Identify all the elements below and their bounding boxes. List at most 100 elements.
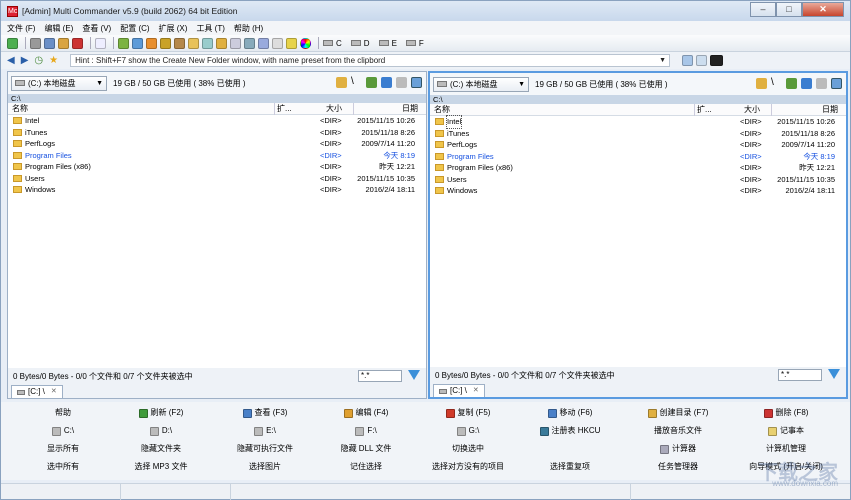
chevron-down-icon[interactable]: ▼ (659, 55, 666, 66)
table-row[interactable]: PerfLogs <DIR> 2009/7/14 11:20 (430, 139, 846, 151)
fkey-button[interactable]: 隐藏可执行文件 (223, 440, 307, 458)
path-bar[interactable]: C:\ (430, 95, 846, 104)
file-edit-icon[interactable] (146, 37, 157, 49)
fkey-button[interactable]: 移动 (F6) (528, 404, 612, 422)
drive-button-e[interactable]: E (378, 39, 397, 48)
fkey-button[interactable]: 选择图片 (223, 458, 307, 476)
table-row[interactable]: PerfLogs <DIR> 2009/7/14 11:20 (8, 138, 426, 150)
menu-extensions[interactable]: 扩展 (X) (159, 23, 188, 34)
table-row[interactable]: Users <DIR> 2015/11/15 10:35 (430, 174, 846, 186)
column-ext[interactable]: 扩... (694, 104, 712, 116)
filter-input[interactable]: *.* (358, 370, 402, 382)
table-row[interactable]: iTunes <DIR> 2015/11/18 8:26 (8, 127, 426, 139)
fkey-button[interactable]: F:\ (324, 422, 408, 440)
filter-input[interactable]: *.* (778, 369, 822, 381)
parent-folder-icon[interactable] (786, 78, 797, 89)
hint-field[interactable]: Hint : Shift+F7 show the Create New Fold… (70, 54, 671, 67)
drive-button-c[interactable]: C (323, 39, 342, 48)
fkey-button[interactable]: 删除 (F8) (744, 404, 828, 422)
drive-selector[interactable]: (C:) 本地磁盘 ▼ (433, 76, 529, 92)
folder-sync-icon[interactable] (216, 37, 227, 49)
device-icon[interactable] (696, 55, 708, 66)
fkey-button[interactable]: 任务管理器 (636, 458, 720, 476)
fkey-button[interactable]: G:\ (426, 422, 510, 440)
menu-view[interactable]: 查看 (V) (82, 23, 111, 34)
tab-c-root[interactable]: [C:] \ ✕ (11, 385, 63, 398)
table-row[interactable]: Program Files <DIR> 今天 8:19 (430, 151, 846, 163)
fkey-button[interactable]: 刷新 (F2) (119, 404, 203, 422)
close-icon[interactable]: ✕ (51, 386, 57, 398)
menu-tools[interactable]: 工具 (T) (196, 23, 224, 34)
command-prompt-icon[interactable] (710, 55, 724, 66)
column-name[interactable]: 名称 (12, 103, 28, 115)
swap-icon[interactable] (801, 78, 812, 89)
fkey-button[interactable]: 记事本 (744, 422, 828, 440)
back-arrow-icon[interactable]: ◀ (7, 55, 15, 66)
fkey-button[interactable]: E:\ (223, 422, 307, 440)
fkey-button[interactable]: C:\ (21, 422, 105, 440)
table-row[interactable]: Intel <DIR> 2015/11/15 10:26 (8, 115, 426, 127)
menu-file[interactable]: 文件 (F) (7, 23, 35, 34)
swap-icon[interactable] (381, 77, 392, 88)
color-wheel-icon[interactable] (300, 37, 311, 49)
filter-icon[interactable] (408, 370, 420, 380)
fkey-button[interactable]: 切换选中 (426, 440, 510, 458)
filter-icon[interactable] (828, 369, 840, 379)
menu-edit[interactable]: 编辑 (E) (44, 23, 73, 34)
copy-icon[interactable] (44, 37, 55, 49)
maximize-button[interactable]: □ (776, 2, 802, 17)
favorites-icon[interactable] (756, 78, 767, 89)
drive-button-d[interactable]: D (350, 39, 370, 48)
table-row[interactable]: Users <DIR> 2015/11/15 10:35 (8, 173, 426, 185)
drive-button-f[interactable]: F (405, 39, 424, 48)
fkey-button[interactable]: 帮助 (21, 404, 105, 422)
title-bar[interactable]: Mc [Admin] Multi Commander v5.9 (build 2… (1, 1, 850, 21)
column-date[interactable]: 日期 (402, 103, 418, 115)
fkey-button[interactable]: 选中所有 (21, 458, 105, 476)
fkey-button[interactable]: 播放音乐文件 (636, 422, 720, 440)
fkey-button[interactable]: 隐藏文件夹 (119, 440, 203, 458)
forward-arrow-icon[interactable]: ▶ (21, 55, 29, 66)
root-icon[interactable]: \ (351, 77, 362, 88)
column-ext[interactable]: 扩... (274, 103, 292, 115)
fkey-button[interactable]: 编辑 (F4) (324, 404, 408, 422)
fkey-button[interactable]: D:\ (119, 422, 203, 440)
history-icon[interactable]: ◷ (34, 55, 43, 66)
fkey-button[interactable]: 创建目录 (F7) (636, 404, 720, 422)
fkey-button[interactable]: 计算器 (636, 440, 720, 458)
root-icon[interactable]: \ (771, 78, 782, 89)
fkey-button[interactable]: 复制 (F5) (426, 404, 510, 422)
page-icon[interactable] (230, 37, 241, 49)
column-size[interactable]: 大小 (326, 103, 342, 115)
menu-config[interactable]: 配置 (C) (120, 23, 149, 34)
notes-icon[interactable] (272, 37, 283, 49)
minimize-button[interactable]: – (750, 2, 776, 17)
fkey-button[interactable]: 查看 (F3) (223, 404, 307, 422)
pencil-icon[interactable] (286, 37, 297, 49)
refresh-icon[interactable] (7, 37, 18, 49)
path-bar[interactable]: C:\ (8, 94, 426, 103)
package-icon[interactable] (174, 37, 185, 49)
tab-c-root[interactable]: [C:] \ ✕ (433, 384, 485, 397)
page-copy-icon[interactable] (244, 37, 255, 49)
view-mode-icon[interactable] (831, 78, 842, 89)
disconnect-icon[interactable] (816, 78, 827, 89)
view-mode-icon[interactable] (411, 77, 422, 88)
column-size[interactable]: 大小 (744, 104, 760, 116)
table-row[interactable]: iTunes <DIR> 2015/11/18 8:26 (430, 128, 846, 140)
table-row[interactable]: Program Files (x86) <DIR> 昨天 12:21 (8, 161, 426, 173)
column-date[interactable]: 日期 (822, 104, 838, 116)
paste-icon[interactable] (58, 37, 69, 49)
file-icon[interactable] (132, 37, 143, 49)
delete-icon[interactable] (72, 37, 83, 49)
table-row[interactable]: Intel <DIR> 2015/11/15 10:26 (430, 115, 846, 129)
table-row[interactable]: Program Files <DIR> 今天 8:19 (8, 150, 426, 162)
fkey-button[interactable]: 选择重复项 (528, 458, 612, 476)
table-row[interactable]: Windows <DIR> 2016/2/4 18:11 (430, 185, 846, 197)
fkey-button[interactable]: 显示所有 (21, 440, 105, 458)
close-button[interactable]: ✕ (802, 2, 844, 17)
fkey-button[interactable]: 记住选择 (324, 458, 408, 476)
layout-icon[interactable] (95, 37, 106, 49)
fkey-button[interactable]: 注册表 HKCU (528, 422, 612, 440)
fkey-button[interactable]: 选择 MP3 文件 (119, 458, 203, 476)
